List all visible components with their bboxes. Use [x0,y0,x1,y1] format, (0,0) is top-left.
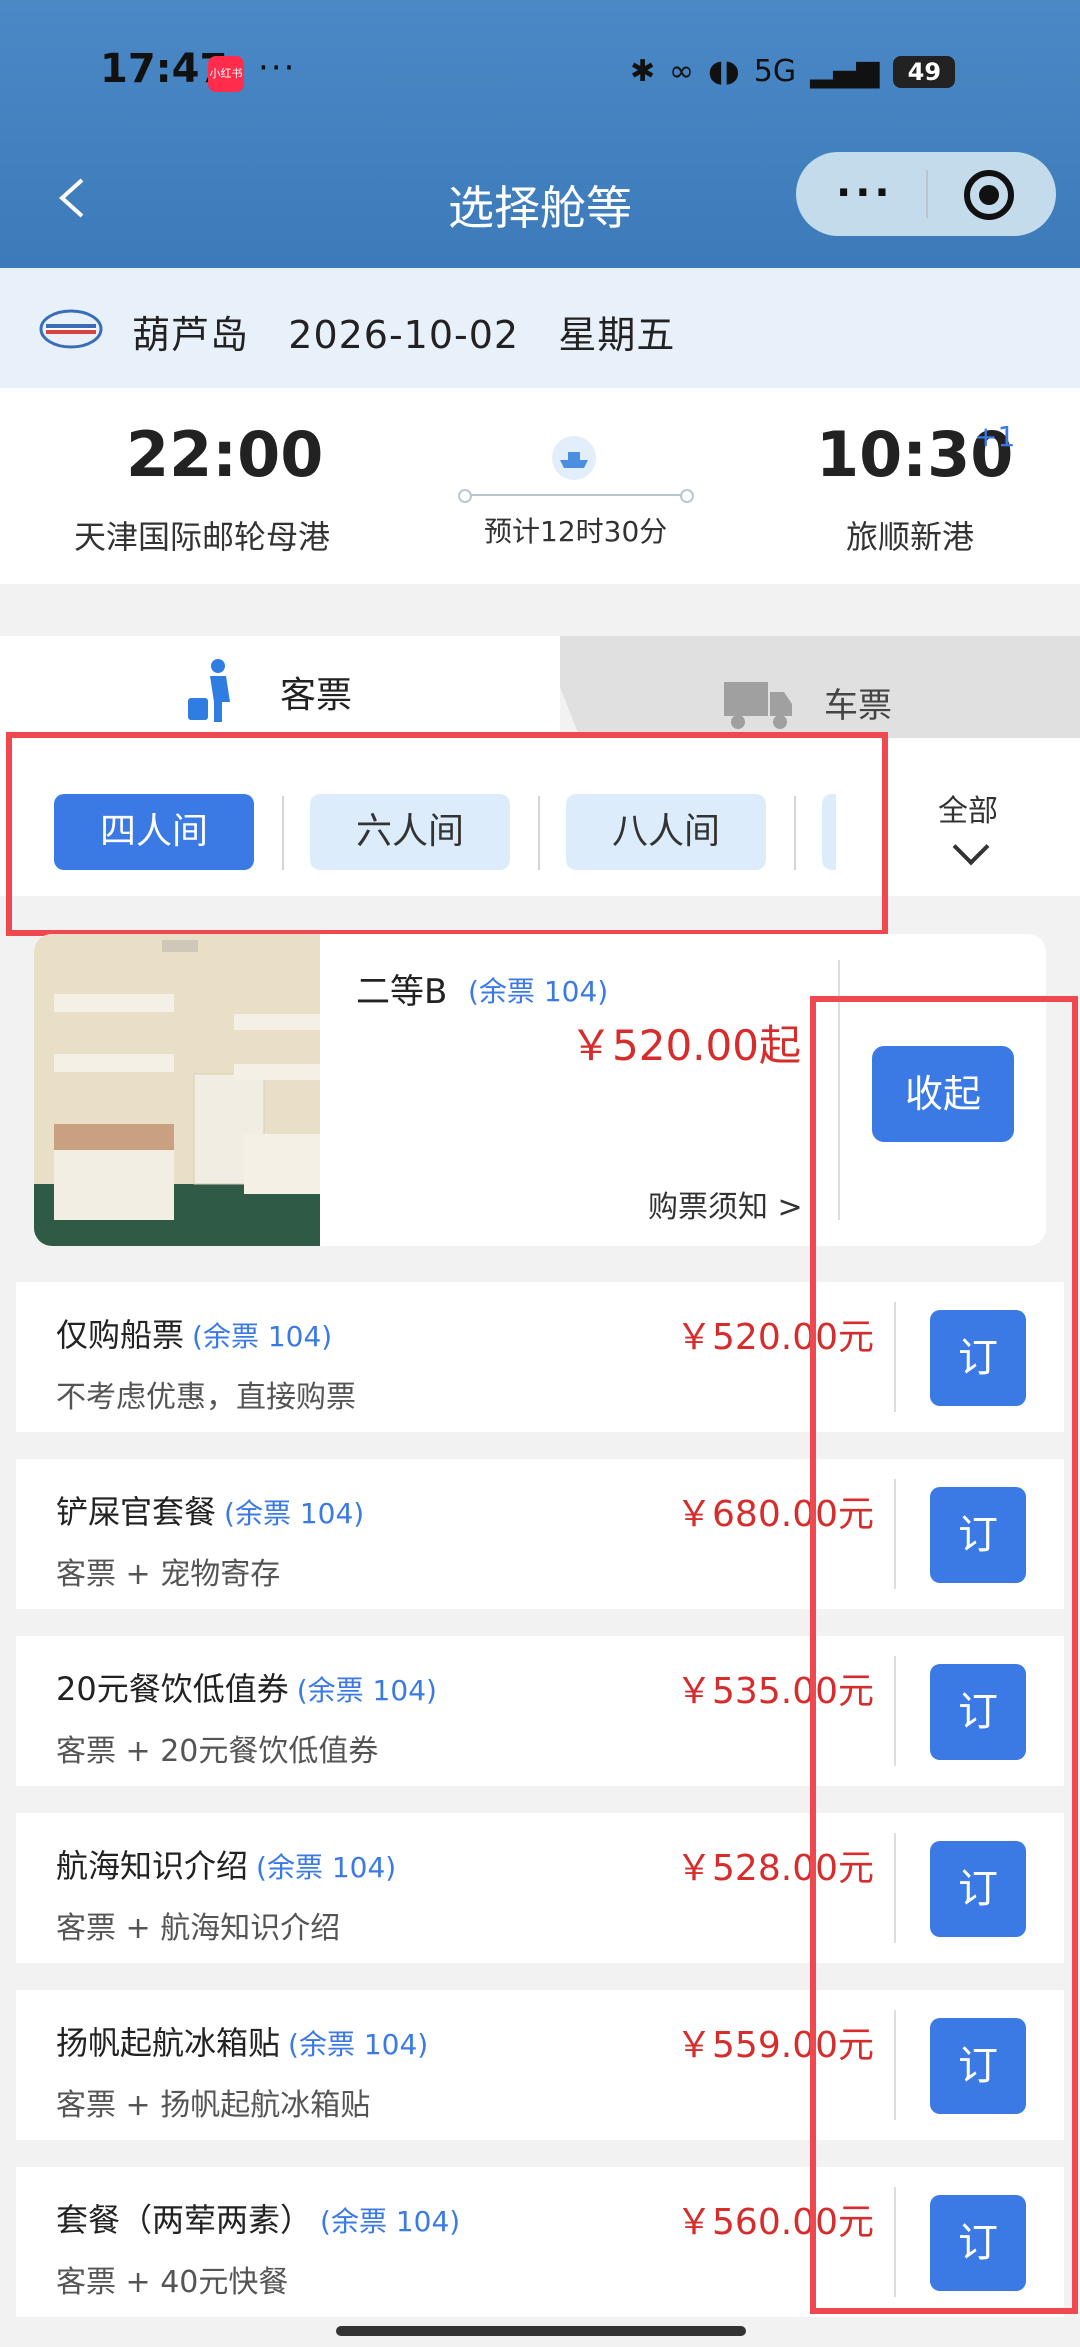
duration: 预计12时30分 [484,515,668,548]
package-name: 扬帆起航冰箱贴 [56,2024,281,2062]
package-desc: 客票 + 20元餐饮低值券 [56,1734,379,1769]
package-availability: (余票 104) [288,2028,429,2061]
cabin-name: 二等B [356,972,448,1012]
package-price: ￥559.00元 [676,2025,874,2066]
package-price: ￥560.00元 [676,2202,874,2243]
cabin-type-bar: 四人间 六人间 八人间 全部 [0,738,1080,896]
book-button[interactable]: 订 [930,1664,1026,1760]
cabin-divider [282,796,284,870]
duration-line [458,489,694,503]
status-more-icon: ··· [258,48,297,88]
package-item: 铲屎官套餐 (余票 104) 客票 + 宠物寄存 ￥680.00元 订 [16,1459,1064,1609]
package-divider [894,1302,896,1412]
weekday: 星期五 [558,313,676,357]
cabin-all-filter[interactable]: 全部 [938,786,998,830]
link-icon: ∞ [669,54,695,89]
route-info: 葫芦岛 2026-10-02 星期五 [132,304,675,359]
book-button[interactable]: 订 [930,2195,1026,2291]
top-header: 17:47 小红书 ··· ✱ ∞ ◖◗ 5G ▂▄▆ 49 选择舱等 ··· [0,0,1080,268]
package-item: 航海知识介绍 (余票 104) 客票 + 航海知识介绍 ￥528.00元 订 [16,1813,1064,1963]
cabin-price: ￥520.00起 [570,1021,801,1070]
book-button[interactable]: 订 [930,1841,1026,1937]
package-desc: 客票 + 扬帆起航冰箱贴 [56,2088,371,2123]
next-day-badge: +1 [974,420,1016,453]
ship-icon [552,436,596,480]
package-desc: 不考虑优惠，直接购票 [56,1380,356,1415]
passenger-luggage-icon [188,659,230,722]
ticket-tabs: 客票 车票 [0,636,1080,738]
package-availability: (余票 104) [320,2205,461,2238]
travel-date: 2026-10-02 [288,313,520,357]
tab-vehicle-label: 车票 [824,686,892,726]
schedule-panel: 22:00 天津国际邮轮母港 预计12时30分 10:30 +1 旅顺新港 [0,388,1080,584]
package-divider [894,2010,896,2120]
package-price: ￥680.00元 [676,1494,874,1535]
cabin-photo [34,934,320,1246]
battery-icon: 49 [893,55,956,88]
card-divider [838,960,840,1220]
package-name: 仅购船票 [56,1316,185,1354]
departure-port: 天津国际邮轮母港 [74,518,331,556]
package-availability: (余票 104) [296,1674,437,1707]
capsule-divider [926,170,928,218]
cosco-shipping-logo [39,309,103,349]
package-divider [894,2187,896,2297]
package-desc: 客票 + 航海知识介绍 [56,1911,341,1946]
route-bar: 葫芦岛 2026-10-02 星期五 [0,268,1080,388]
home-indicator [336,2326,746,2336]
cabin-divider [794,796,796,870]
cabin-type-partial[interactable] [822,794,836,870]
cabin-availability: (余票 104) [468,975,609,1008]
mini-program-capsule: ··· [796,152,1056,236]
truck-icon [724,682,792,729]
earbuds-icon: ◖◗ [708,54,740,89]
package-name: 航海知识介绍 [56,1847,249,1885]
signal-bars-icon: ▂▄▆ [810,54,880,89]
more-menu-icon[interactable]: ··· [836,170,894,216]
status-icons: ✱ ∞ ◖◗ 5G ▂▄▆ 49 [630,54,956,89]
package-availability: (余票 104) [256,1851,397,1884]
package-desc: 客票 + 宠物寄存 [56,1557,281,1592]
package-name: 20元餐饮低值券 [56,1670,289,1708]
package-availability: (余票 104) [224,1497,365,1530]
package-price: ￥528.00元 [676,1848,874,1889]
package-divider [894,1656,896,1766]
chevron-down-icon[interactable] [952,828,990,866]
cabin-divider [538,796,540,870]
package-name: 铲屎官套餐 [56,1493,217,1531]
package-item: 20元餐饮低值券 (余票 104) 客票 + 20元餐饮低值券 ￥535.00元 … [16,1636,1064,1786]
package-divider [894,1479,896,1589]
departure-time: 22:00 [126,418,324,491]
tab-vehicle[interactable] [540,636,1080,738]
destination: 葫芦岛 [132,313,250,357]
package-item: 仅购船票 (余票 104) 不考虑优惠，直接购票 ￥520.00元 订 [16,1282,1064,1432]
collapse-button[interactable]: 收起 [872,1046,1014,1142]
purchase-notice-link[interactable]: 购票须知 > [648,1182,803,1226]
book-button[interactable]: 订 [930,2018,1026,2114]
package-desc: 客票 + 40元快餐 [56,2265,289,2300]
xiaohongshu-app-icon: 小红书 [208,56,244,92]
package-availability: (余票 104) [192,1320,333,1353]
bluetooth-icon: ✱ [630,54,656,89]
package-item: 套餐（两荤两素） (余票 104) 客票 + 40元快餐 ￥560.00元 订 [16,2167,1064,2317]
tab-passenger-label: 客票 [280,675,353,716]
package-price: ￥535.00元 [676,1671,874,1712]
cabin-type-six[interactable]: 六人间 [310,794,510,870]
package-item: 扬帆起航冰箱贴 (余票 104) 客票 + 扬帆起航冰箱贴 ￥559.00元 订 [16,1990,1064,2140]
package-divider [894,1833,896,1943]
cabin-type-four[interactable]: 四人间 [54,794,254,870]
book-button[interactable]: 订 [930,1487,1026,1583]
package-price: ￥520.00元 [676,1317,874,1358]
book-button[interactable]: 订 [930,1310,1026,1406]
package-name: 套餐（两荤两素） [56,2201,313,2239]
cabin-type-eight[interactable]: 八人间 [566,794,766,870]
cabin-card: 二等B (余票 104) ￥520.00起 购票须知 > 收起 [34,934,1046,1246]
signal-5g-icon: 5G [753,54,797,89]
close-target-icon[interactable] [964,170,1014,220]
arrival-port: 旅顺新港 [846,518,975,556]
